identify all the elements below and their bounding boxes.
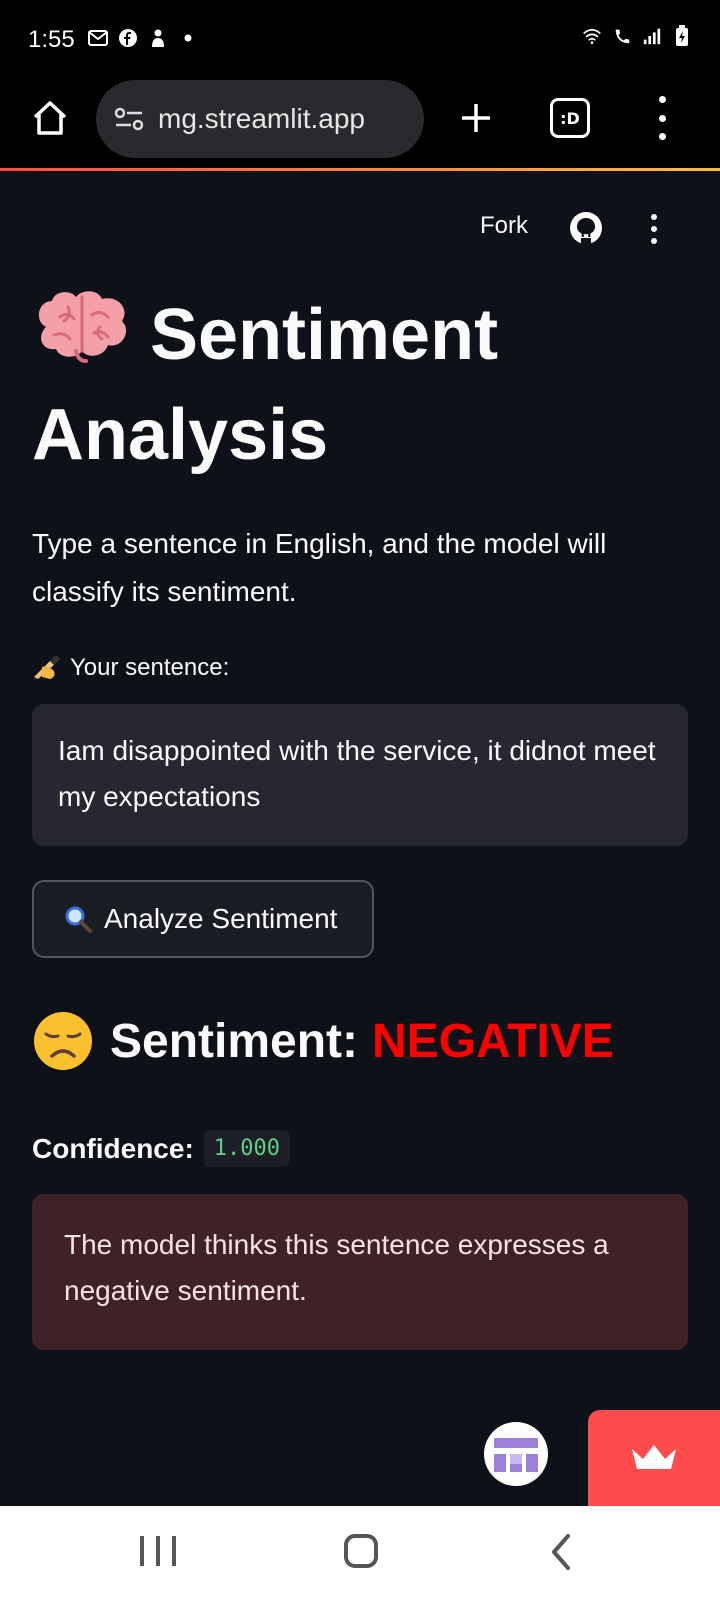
- status-bar: 1:55: [0, 0, 720, 80]
- user-avatar-button[interactable]: [484, 1422, 548, 1486]
- dot: [651, 214, 657, 220]
- signal-icon: [642, 26, 662, 46]
- browser-menu-button[interactable]: [650, 96, 674, 140]
- brain-icon: [38, 291, 127, 363]
- system-back-button[interactable]: [546, 1532, 576, 1572]
- bar: [172, 1536, 176, 1566]
- plus-icon: [462, 104, 490, 132]
- more-notifications-dot-icon: [178, 28, 198, 48]
- streamlit-badge-button[interactable]: [588, 1410, 720, 1506]
- page-title: Sentiment Analysis: [32, 285, 672, 485]
- address-bar[interactable]: mg.streamlit.app: [96, 80, 424, 158]
- result-prefix: Sentiment:: [110, 1014, 359, 1068]
- back-chevron-icon: [552, 1534, 570, 1570]
- avatar-icon: [487, 1425, 545, 1483]
- dot: [658, 133, 666, 140]
- app-main-menu-button[interactable]: [648, 214, 660, 244]
- result-value: NEGATIVE: [372, 1014, 614, 1068]
- sentence-text-area[interactable]: Iam disappointed with the service, it di…: [32, 704, 688, 846]
- facebook-icon: [118, 28, 138, 48]
- page-description: Type a sentence in English, and the mode…: [32, 528, 607, 607]
- input-label-text: Your sentence:: [70, 654, 230, 681]
- tab-switcher-button[interactable]: :D: [550, 98, 590, 138]
- status-time: 1:55: [28, 26, 75, 53]
- app-header: Fork: [0, 200, 720, 256]
- writing-hand-icon: [33, 655, 60, 681]
- system-navigation-bar: [0, 1506, 720, 1600]
- page-load-divider: [0, 168, 720, 171]
- bar: [140, 1536, 144, 1566]
- dot: [651, 226, 657, 232]
- browser-toolbar: mg.streamlit.app :D: [0, 80, 720, 170]
- sentence-input-label: Your sentence:: [32, 654, 229, 682]
- github-icon[interactable]: [568, 210, 604, 246]
- analyze-button-label: Analyze Sentiment: [104, 903, 338, 934]
- site-settings-icon: [114, 107, 144, 131]
- dot: [658, 96, 666, 103]
- crown-icon: [632, 1445, 676, 1469]
- sentiment-explanation-alert: The model thinks this sentence expresses…: [32, 1194, 688, 1350]
- bar: [156, 1536, 160, 1566]
- dot: [651, 238, 657, 244]
- battery-icon: [672, 25, 692, 46]
- status-system-icons: [582, 25, 692, 46]
- disappointed-face-icon: [34, 1012, 92, 1070]
- new-tab-button[interactable]: [452, 94, 500, 142]
- app-notification-icon: [148, 28, 168, 48]
- magnifying-glass-icon: [65, 906, 92, 933]
- confidence-label: Confidence:: [32, 1132, 194, 1164]
- confidence-value: 1.000: [203, 1130, 291, 1167]
- system-home-button[interactable]: [344, 1534, 378, 1568]
- mail-icon: [88, 28, 108, 48]
- recent-apps-button[interactable]: [140, 1536, 176, 1566]
- sentiment-result-heading: Sentiment: NEGATIVE: [32, 1010, 614, 1072]
- dot: [658, 114, 666, 122]
- confidence-row: Confidence: 1.000: [32, 1130, 291, 1167]
- wifi-icon: [582, 26, 602, 46]
- browser-home-button[interactable]: [28, 96, 72, 140]
- analyze-sentiment-button[interactable]: Analyze Sentiment: [32, 880, 374, 958]
- status-notification-icons: [88, 28, 198, 48]
- wifi-calling-icon: [612, 26, 632, 46]
- home-icon: [33, 101, 67, 135]
- fork-button[interactable]: Fork: [480, 212, 528, 240]
- url-text: mg.streamlit.app: [158, 103, 365, 134]
